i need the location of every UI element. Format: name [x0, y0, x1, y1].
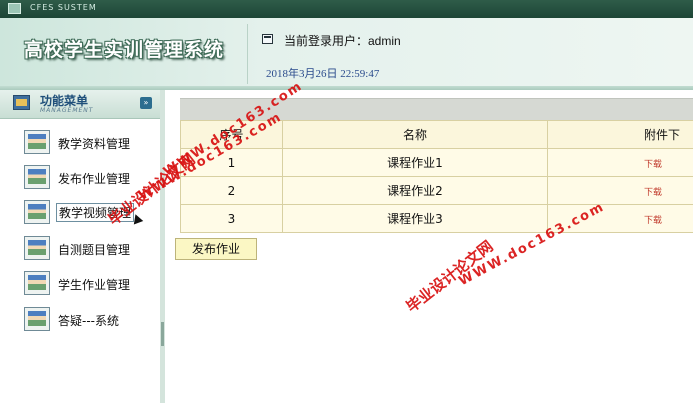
download-link[interactable]: 下载 [644, 188, 662, 198]
system-topbar: CFES SUSTEM [0, 0, 693, 18]
homework-table: 序号 名称 附件下 1 课程作业1 下载 2 课程作业2 下载 3 课程作业3 … [180, 120, 693, 233]
system-logo-icon [8, 3, 21, 14]
sidebar-item-label[interactable]: 发布作业管理 [58, 170, 130, 187]
row-action-cell: 下载 [547, 148, 693, 177]
sidebar-item-self-test[interactable]: 自测题目管理 [22, 236, 152, 264]
sidebar-item-label[interactable]: 教学视频管理 [56, 203, 135, 222]
sidebar-item-label[interactable]: 教学资料管理 [58, 135, 130, 152]
publish-homework-button[interactable]: 发布作业 [175, 238, 257, 260]
mouse-cursor-icon [130, 212, 144, 225]
row-action-cell: 下载 [547, 204, 693, 233]
current-user: 当前登录用户：admin [284, 34, 401, 48]
collapse-icon[interactable]: » [140, 97, 152, 109]
current-datetime: 2018年3月26日 22:59:47 [266, 68, 380, 80]
sidebar-item-label[interactable]: 学生作业管理 [58, 276, 130, 293]
row-no: 3 [180, 204, 283, 233]
main-content: 序号 名称 附件下 1 课程作业1 下载 2 课程作业2 下载 3 课程作业3 … [170, 90, 693, 403]
menu-book-icon [13, 95, 30, 110]
download-link[interactable]: 下载 [644, 160, 662, 170]
menu-header: 功能菜单 MANAGEMENT » [0, 90, 160, 119]
download-link[interactable]: 下载 [644, 216, 662, 226]
table-header-row: 序号 名称 附件下 [180, 120, 693, 149]
student-card-icon [24, 130, 50, 154]
student-card-icon [24, 200, 50, 224]
monitor-icon [262, 34, 273, 44]
sidebar-item-publish-homework[interactable]: 发布作业管理 [22, 165, 152, 193]
column-header-attachment: 附件下 [547, 120, 693, 149]
table-row: 1 课程作业1 下载 [180, 148, 693, 177]
menu-subtitle: MANAGEMENT [40, 107, 94, 114]
app-title: 高校学生实训管理系统 [24, 39, 225, 61]
sidebar-item-student-homework[interactable]: 学生作业管理 [22, 271, 152, 299]
table-toolbar [180, 98, 693, 121]
sidebar-item-teaching-video[interactable]: 教学视频管理 [22, 200, 152, 228]
table-row: 3 课程作业3 下载 [180, 204, 693, 233]
student-card-icon [24, 236, 50, 260]
sidebar-item-qa-system[interactable]: 答疑---系统 [22, 307, 152, 335]
sidebar: 功能菜单 MANAGEMENT » 教学资料管理 发布作业管理 教学视频管理 自… [0, 90, 161, 403]
app-header: 高校学生实训管理系统 当前登录用户：admin 2018年3月26日 22:59… [0, 18, 693, 90]
row-name: 课程作业2 [282, 176, 548, 205]
student-card-icon [24, 307, 50, 331]
student-card-icon [24, 165, 50, 189]
row-action-cell: 下载 [547, 176, 693, 205]
row-name: 课程作业1 [282, 148, 548, 177]
sidebar-splitter[interactable] [160, 90, 165, 403]
sidebar-item-label[interactable]: 答疑---系统 [58, 312, 119, 329]
column-header-name: 名称 [282, 120, 548, 149]
row-name: 课程作业3 [282, 204, 548, 233]
system-name: CFES SUSTEM [30, 3, 97, 12]
header-divider [247, 24, 248, 84]
student-card-icon [24, 271, 50, 295]
column-header-no: 序号 [180, 120, 283, 149]
splitter-grip[interactable] [161, 322, 164, 346]
sidebar-item-teaching-materials[interactable]: 教学资料管理 [22, 130, 152, 158]
sidebar-item-label[interactable]: 自测题目管理 [58, 241, 130, 258]
row-no: 2 [180, 176, 283, 205]
table-row: 2 课程作业2 下载 [180, 176, 693, 205]
row-no: 1 [180, 148, 283, 177]
